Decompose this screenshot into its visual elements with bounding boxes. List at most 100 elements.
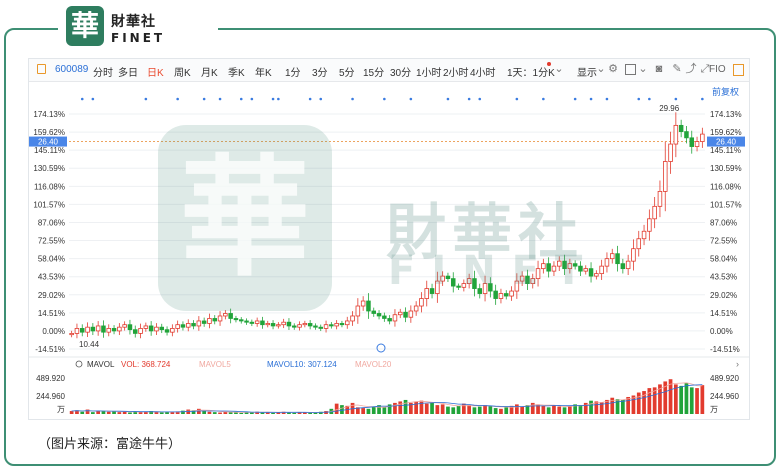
volume-bar (117, 412, 122, 414)
event-marker-dot (446, 97, 450, 101)
brand-logo: 華 財華社 FINET (58, 6, 218, 50)
event-marker-dot (637, 97, 641, 101)
volume-bar (403, 399, 408, 414)
candle-body (313, 325, 318, 328)
candle-body (260, 320, 265, 326)
candle-body (562, 260, 567, 270)
y-tick-right: 159.62% (710, 128, 742, 137)
volume-settings-icon (75, 360, 83, 368)
candle-body (360, 300, 366, 307)
volume-bar (578, 405, 583, 414)
candle-body (85, 326, 90, 333)
volume-bar (101, 411, 106, 414)
volume-bar (424, 403, 429, 414)
event-marker-dot (467, 97, 471, 101)
candle-body (79, 328, 85, 333)
candle-body (302, 323, 308, 326)
volume-bar (488, 405, 493, 414)
y-tick-left: 130.59% (33, 164, 65, 173)
volume-bar (684, 382, 689, 414)
volume-bar (340, 405, 344, 414)
volume-bar (382, 407, 387, 414)
candle-body (541, 263, 546, 270)
stock-chart-screenshot: 600089 分时 多日 日K 周K 月K 季K 年K 1分 3分 5分 15分… (28, 58, 750, 420)
candle-body (170, 328, 175, 333)
volume-bar (477, 406, 482, 414)
volume-bar (90, 412, 95, 414)
volume-bar (520, 406, 525, 414)
candle-body (387, 318, 392, 322)
y-tick-right: 0.00% (710, 327, 733, 336)
volume-bar (371, 406, 376, 414)
volume-bar (440, 404, 445, 414)
candle-body (567, 263, 573, 270)
candle-body (419, 298, 424, 307)
event-marker-dot (409, 97, 413, 101)
candle-body (191, 323, 196, 327)
candle-body (270, 323, 276, 327)
event-marker-dot (271, 97, 275, 101)
y-tick-right: 14.51% (710, 309, 737, 318)
volume-bar (122, 411, 127, 414)
candle-body (482, 283, 488, 294)
volume-tick-right: 489.920 (710, 374, 739, 383)
volume-bar (430, 402, 434, 414)
event-marker-dot (351, 97, 354, 101)
volume-bar (456, 405, 461, 414)
volume-bar (106, 411, 111, 414)
candle-body (440, 275, 445, 282)
candle-body (636, 238, 642, 250)
volume-bar (514, 404, 519, 414)
volume-bar (472, 407, 477, 414)
volume-bar (393, 402, 397, 414)
candle-body (217, 315, 223, 322)
event-marker-dot (701, 97, 704, 101)
volume-bar (552, 405, 556, 414)
candle-body (233, 318, 239, 321)
volume-bar (546, 407, 551, 414)
event-marker-dot (80, 97, 84, 101)
logo-name-en: FINET (111, 31, 166, 45)
candle-body (159, 326, 165, 331)
y-tick-right: 130.59% (710, 164, 742, 173)
candle-body (138, 328, 143, 334)
candle-body (318, 326, 324, 329)
candle-body (403, 311, 408, 318)
event-marker-dot (202, 97, 206, 101)
volume-bar (626, 396, 631, 414)
candle-body (297, 324, 302, 328)
event-marker-dot (515, 97, 519, 101)
candle-body (376, 313, 382, 317)
candle-body (74, 328, 80, 334)
candle-body (95, 325, 101, 332)
candle-body (350, 315, 355, 322)
candle-body (535, 268, 541, 280)
volume-bar (366, 408, 371, 414)
y-tick-left: 14.51% (38, 309, 65, 318)
volume-tab: VOL: 368.724 (121, 360, 171, 369)
candle-body (355, 305, 361, 317)
candle-body (556, 260, 562, 267)
candle-body (609, 253, 615, 260)
y-tick-right: 174.13% (710, 110, 742, 119)
event-marker-dot (589, 97, 593, 101)
candle-body (652, 205, 657, 220)
candle-body (201, 320, 207, 324)
y-tick-left: 0.00% (42, 327, 65, 336)
candle-body (673, 124, 679, 145)
candle-body (493, 290, 498, 299)
volume-bar (589, 400, 593, 414)
volume-bar (159, 412, 164, 414)
y-tick-right: 101.57% (710, 200, 742, 209)
candle-body (265, 323, 271, 326)
candle-body (498, 293, 504, 299)
candle-body (397, 311, 403, 316)
candle-body (307, 323, 313, 327)
candle-body (678, 124, 684, 133)
candle-body (329, 324, 334, 327)
volume-bar (562, 407, 567, 414)
volume-bar (207, 411, 212, 414)
candle-body (164, 329, 170, 333)
candle-body (694, 141, 700, 147)
candle-body (445, 275, 451, 280)
